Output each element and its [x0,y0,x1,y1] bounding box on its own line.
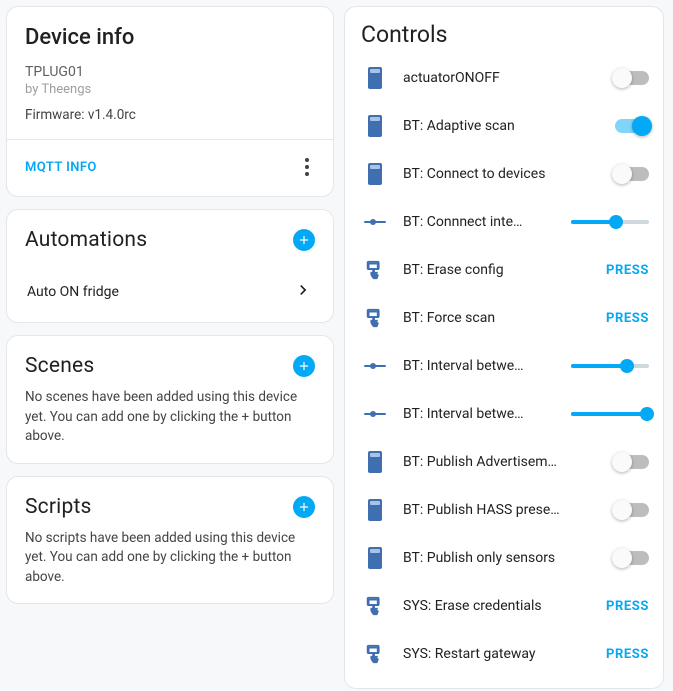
device-manufacturer: by Theengs [25,82,315,97]
control-row[interactable]: BT: Connnect inte… [359,198,651,246]
control-row[interactable]: actuatorONOFF [359,54,651,102]
control-label: BT: Interval betwe… [403,406,557,422]
chevron-right-icon [293,280,313,304]
device-icon [361,451,389,473]
slider-control[interactable] [571,220,649,224]
press-button[interactable]: PRESS [606,311,649,326]
device-icon [361,547,389,569]
control-label: BT: Erase config [403,262,563,278]
automations-card: Automations Auto ON fridge [6,209,334,323]
control-label: BT: Publish Advertisement … [403,454,563,470]
controls-list: actuatorONOFF BT: Adaptive scan BT: Connec… [359,54,651,678]
device-icon [361,115,389,137]
scenes-title: Scenes [25,354,94,378]
press-button[interactable]: PRESS [606,263,649,278]
add-scene-button[interactable] [293,355,315,377]
control-row[interactable]: BT: Publish only sensors [359,534,651,582]
control-label: BT: Adaptive scan [403,118,563,134]
device-icon [361,67,389,89]
slider-icon [361,365,389,367]
toggle-switch[interactable] [615,71,649,85]
controls-title: Controls [359,21,651,48]
control-label: actuatorONOFF [403,70,563,86]
control-label: SYS: Restart gateway [403,646,563,662]
control-row[interactable]: BT: Connect to devices [359,150,651,198]
control-label: BT: Force scan [403,310,563,326]
control-label: BT: Publish HASS presence [403,502,563,518]
tap-icon [361,595,389,617]
tap-icon [361,307,389,329]
control-row[interactable]: BT: Force scan PRESS [359,294,651,342]
toggle-switch[interactable] [615,455,649,469]
add-automation-button[interactable] [293,229,315,251]
control-row[interactable]: BT: Interval betwe… [359,390,651,438]
control-label: BT: Connnect inte… [403,214,557,230]
toggle-switch[interactable] [615,167,649,181]
toggle-switch[interactable] [615,119,649,133]
control-label: BT: Publish only sensors [403,550,563,566]
slider-icon [361,413,389,415]
control-row[interactable]: BT: Publish HASS presence [359,486,651,534]
slider-control[interactable] [571,412,649,416]
automation-label: Auto ON fridge [27,284,119,300]
device-info-title: Device info [25,25,315,50]
add-script-button[interactable] [293,496,315,518]
mqtt-info-link[interactable]: MQTT INFO [25,160,97,175]
control-row[interactable]: BT: Erase config PRESS [359,246,651,294]
toggle-switch[interactable] [615,551,649,565]
control-row[interactable]: BT: Publish Advertisement … [359,438,651,486]
scripts-card: Scripts No scripts have been added using… [6,476,334,605]
toggle-switch[interactable] [615,503,649,517]
scripts-title: Scripts [25,495,92,519]
controls-card: Controls actuatorONOFF BT: Adaptive scan B… [344,6,664,689]
control-label: BT: Connect to devices [403,166,563,182]
scenes-card: Scenes No scenes have been added using t… [6,335,334,464]
press-button[interactable]: PRESS [606,647,649,662]
automation-row[interactable]: Auto ON fridge [25,262,315,306]
device-icon [361,163,389,185]
slider-control[interactable] [571,364,649,368]
device-firmware: Firmware: v1.4.0rc [25,107,315,123]
control-row[interactable]: SYS: Erase credentials PRESS [359,582,651,630]
tap-icon [361,259,389,281]
press-button[interactable]: PRESS [606,599,649,614]
scripts-empty-text: No scripts have been added using this de… [25,529,315,588]
device-info-card: Device info TPLUG01 by Theengs Firmware:… [6,6,334,197]
control-label: SYS: Erase credentials [403,598,563,614]
control-row[interactable]: SYS: Restart gateway PRESS [359,630,651,678]
tap-icon [361,643,389,665]
control-row[interactable]: BT: Interval betwe… [359,342,651,390]
control-label: BT: Interval betwe… [403,358,557,374]
control-row[interactable]: BT: Adaptive scan [359,102,651,150]
automations-title: Automations [25,228,147,252]
scenes-empty-text: No scenes have been added using this dev… [25,388,315,447]
kebab-menu-icon[interactable] [301,154,309,180]
device-name: TPLUG01 [25,64,315,80]
device-icon [361,499,389,521]
slider-icon [361,221,389,223]
